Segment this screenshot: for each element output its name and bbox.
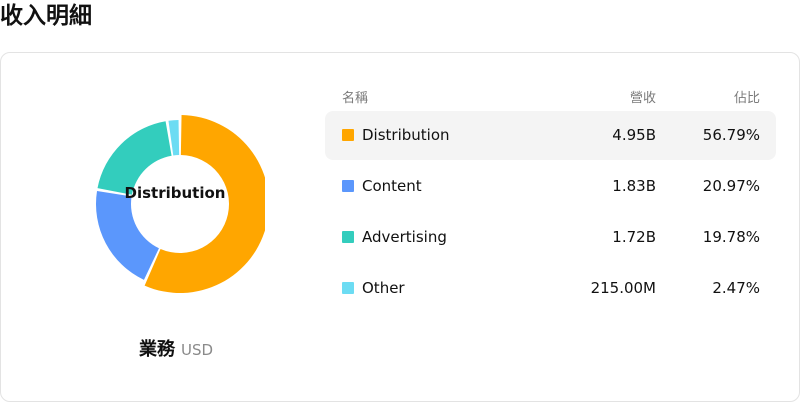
- table-row-advertising[interactable]: Advertising 1.72B 19.78%: [325, 213, 776, 262]
- column-header-name: 名稱: [342, 91, 369, 106]
- column-header-revenue: 營收: [629, 91, 656, 106]
- legend-swatch: [342, 231, 354, 243]
- chart-caption-unit: USD: [180, 341, 214, 359]
- table-row-other[interactable]: Other 215.00M 2.47%: [325, 264, 776, 313]
- revenue-breakdown-card: Distribution 業務 USD 名稱 營收 佔比 Distribution…: [0, 52, 800, 402]
- row-name: Other: [362, 279, 405, 297]
- row-share: 56.79%: [702, 126, 760, 144]
- breakdown-table: 名稱 營收 佔比 Distribution 4.95B 56.79% Conte…: [325, 81, 776, 313]
- page-title: 收入明細: [0, 3, 92, 29]
- table-row-content[interactable]: Content 1.83B 20.97%: [325, 162, 776, 211]
- legend-swatch: [342, 282, 354, 294]
- table-row-distribution[interactable]: Distribution 4.95B 56.79%: [325, 111, 776, 160]
- row-share: 19.78%: [702, 228, 760, 246]
- row-name: Distribution: [362, 126, 450, 144]
- chart-caption-title: 業務: [138, 339, 175, 360]
- row-share: 20.97%: [702, 177, 760, 195]
- row-share: 2.47%: [712, 279, 760, 297]
- row-name: Content: [362, 177, 422, 195]
- donut-svg: [95, 115, 265, 293]
- donut-chart: Distribution: [95, 115, 265, 293]
- row-revenue: 4.95B: [612, 126, 656, 144]
- legend-swatch: [342, 129, 354, 141]
- donut-center-label: Distribution: [124, 184, 226, 202]
- chart-caption: 業務 USD: [1, 339, 351, 361]
- column-header-share: 佔比: [733, 91, 760, 106]
- row-revenue: 215.00M: [590, 279, 656, 297]
- row-revenue: 1.72B: [612, 228, 656, 246]
- row-revenue: 1.83B: [612, 177, 656, 195]
- table-header: 名稱 營收 佔比: [325, 81, 776, 109]
- donut-slice-content[interactable]: [95, 190, 159, 280]
- legend-swatch: [342, 180, 354, 192]
- row-name: Advertising: [362, 228, 447, 246]
